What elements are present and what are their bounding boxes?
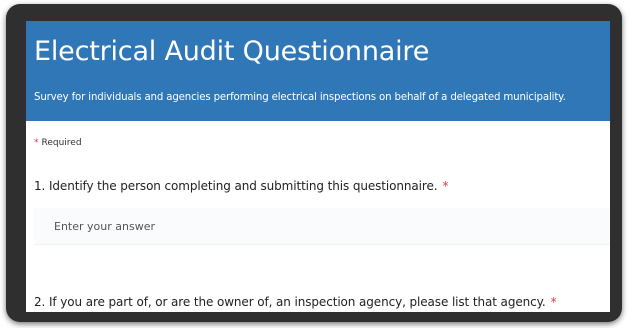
form-header-banner: Electrical Audit Questionnaire Survey fo… — [26, 21, 610, 121]
form-screen: Electrical Audit Questionnaire Survey fo… — [26, 21, 610, 312]
question-1-answer-input[interactable] — [54, 217, 594, 235]
required-asterisk: * — [34, 138, 39, 148]
question-2-label: 2. If you are part of, or are the owner … — [34, 295, 557, 309]
question-2-text: 2. If you are part of, or are the owner … — [34, 295, 546, 309]
form-subtitle: Survey for individuals and agencies perf… — [34, 92, 566, 103]
question-1-text: 1. Identify the person completing and su… — [34, 179, 438, 193]
form-title: Electrical Audit Questionnaire — [34, 36, 430, 67]
question-1-answer-box[interactable] — [34, 208, 610, 245]
required-note: * Required — [34, 138, 82, 148]
question-1-label: 1. Identify the person completing and su… — [34, 179, 448, 193]
required-label: Required — [41, 138, 82, 148]
question-2-required-asterisk: * — [550, 295, 557, 309]
question-1-required-asterisk: * — [442, 179, 449, 193]
